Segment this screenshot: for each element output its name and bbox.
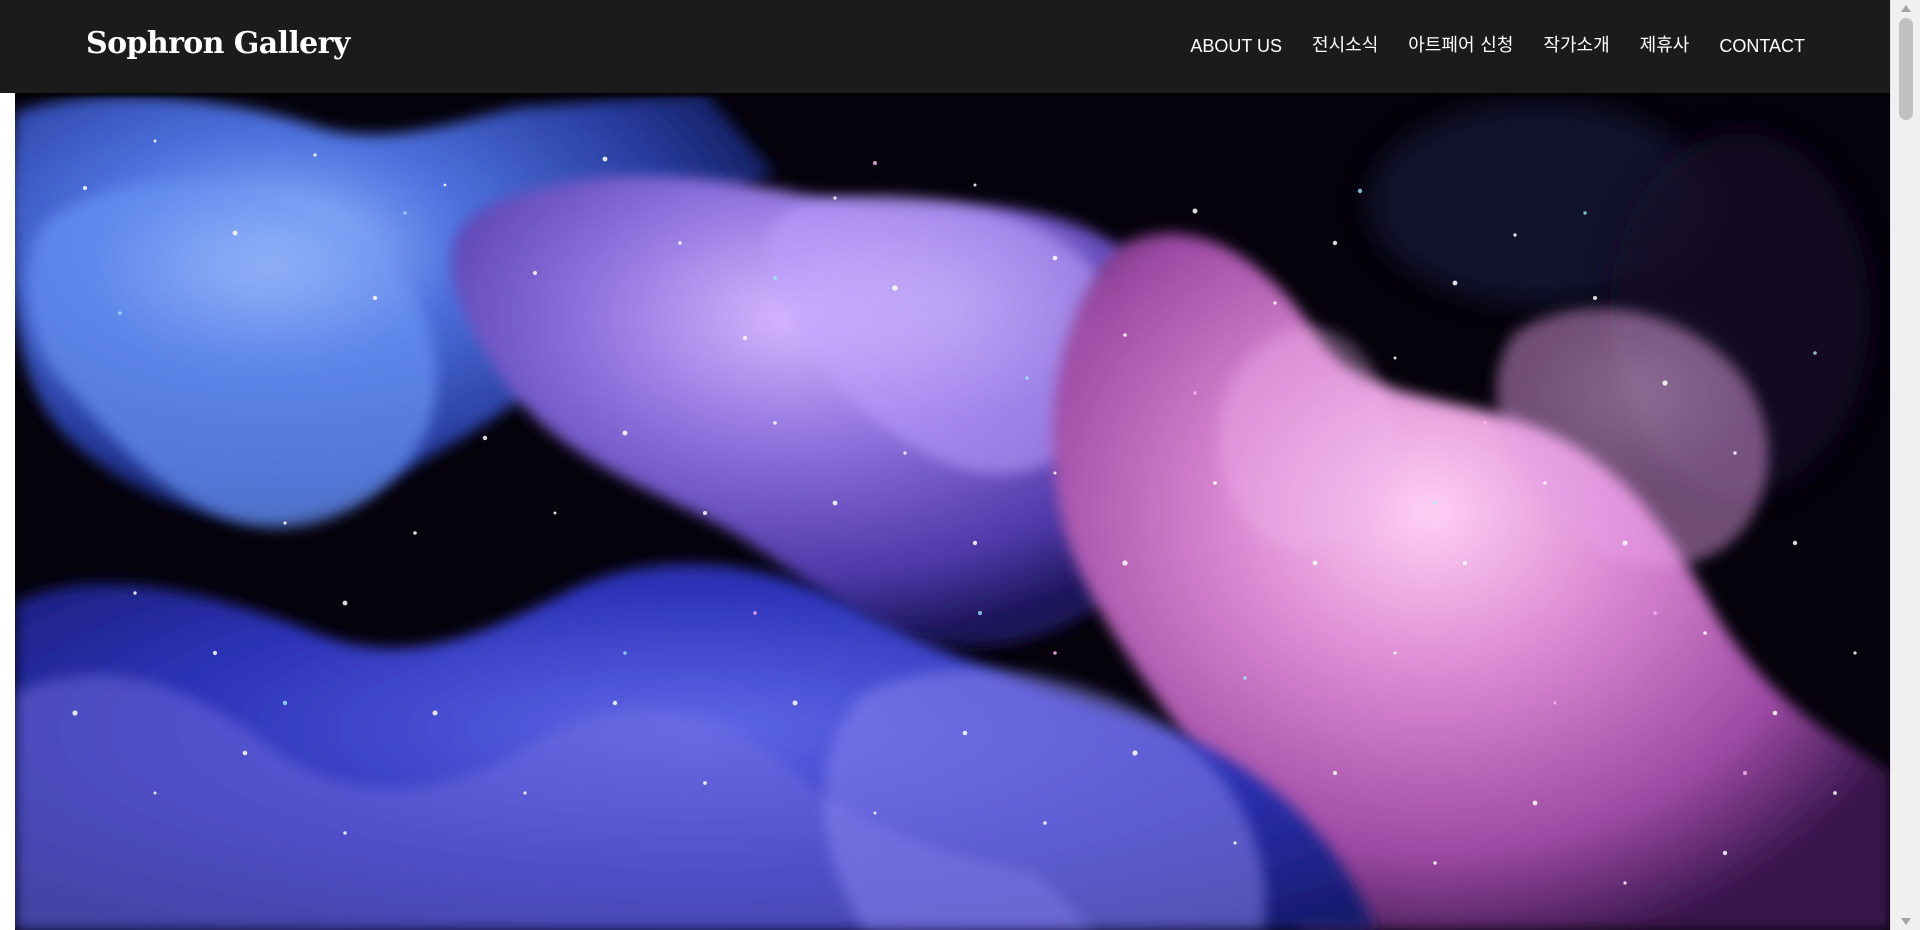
site-header: Sophron Gallery ABOUT US 전시소식 아트페어 신청 작가…	[0, 0, 1890, 93]
nav-item-artists[interactable]: 작가소개	[1543, 33, 1609, 59]
hero-video	[15, 93, 1890, 930]
nav-item-about-us[interactable]: ABOUT US	[1190, 33, 1282, 59]
hero-top-shadow	[15, 93, 1890, 99]
nav-item-artfair-application[interactable]: 아트페어 신청	[1408, 33, 1513, 59]
nav-item-partners[interactable]: 제휴사	[1640, 33, 1690, 59]
nav-item-exhibition-news[interactable]: 전시소식	[1312, 33, 1378, 59]
scroll-up-arrow-icon[interactable]	[1901, 5, 1911, 12]
nav-item-contact[interactable]: CONTACT	[1719, 33, 1805, 59]
hero-ink-smoke-image	[15, 93, 1890, 930]
scroll-down-arrow-icon[interactable]	[1901, 918, 1911, 925]
main-nav: ABOUT US 전시소식 아트페어 신청 작가소개 제휴사 CONTACT	[1190, 33, 1805, 59]
site-logo[interactable]: Sophron Gallery	[86, 22, 350, 66]
vertical-scrollbar[interactable]	[1890, 0, 1920, 930]
scrollbar-thumb[interactable]	[1899, 18, 1913, 120]
page: Sophron Gallery ABOUT US 전시소식 아트페어 신청 작가…	[0, 0, 1920, 930]
